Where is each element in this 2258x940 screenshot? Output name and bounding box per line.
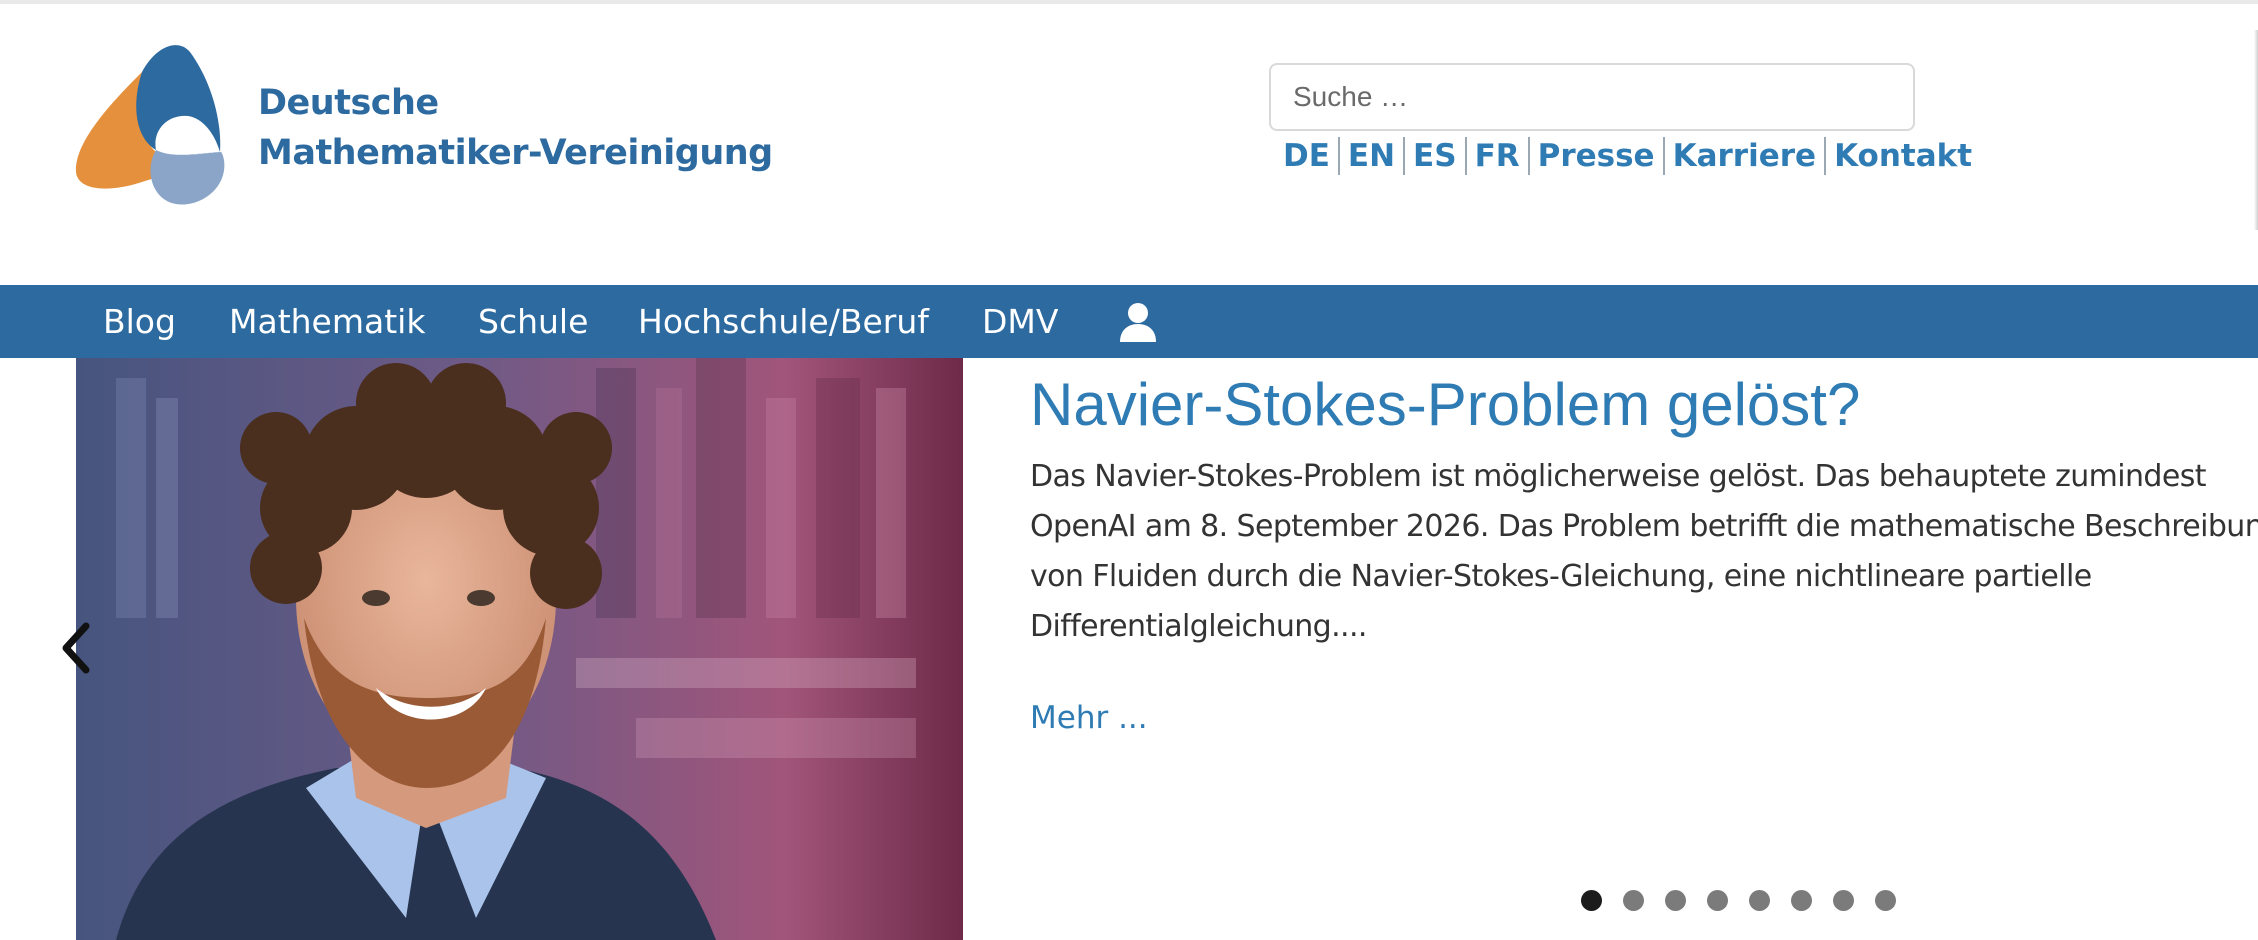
- link-separator: [1403, 137, 1406, 175]
- carousel-dot[interactable]: [1623, 890, 1644, 911]
- user-icon[interactable]: [1120, 302, 1156, 342]
- logo-line-1: Deutsche: [258, 83, 439, 123]
- site-logo[interactable]: Deutsche Mathematiker-Vereinigung: [72, 42, 773, 212]
- dmv-logo-icon: [75, 45, 225, 205]
- carousel-dot[interactable]: [1581, 890, 1602, 911]
- kontakt-link[interactable]: Kontakt: [1834, 138, 1972, 174]
- link-separator: [1464, 137, 1467, 175]
- excerpt-line: Differentialgleichung....: [1030, 609, 1367, 644]
- featured-image[interactable]: [76, 358, 963, 940]
- link-separator: [1527, 137, 1530, 175]
- link-separator: [1662, 137, 1665, 175]
- nav-item-schule[interactable]: Schule: [478, 285, 588, 358]
- nav-item-mathematik[interactable]: Mathematik: [229, 285, 425, 358]
- excerpt-line: von Fluiden durch die Navier-Stokes-Glei…: [1030, 559, 2092, 594]
- excerpt-line: OpenAI am 8. September 2026. Das Problem…: [1030, 509, 2258, 544]
- link-separator: [1337, 137, 1340, 175]
- carousel-dot[interactable]: [1707, 890, 1728, 911]
- lang-link-es[interactable]: ES: [1413, 138, 1457, 174]
- lang-link-de[interactable]: DE: [1283, 138, 1330, 174]
- logo-line-2: Mathematiker-Vereinigung: [258, 133, 773, 173]
- karriere-link[interactable]: Karriere: [1673, 138, 1816, 174]
- carousel-dot[interactable]: [1791, 890, 1812, 911]
- featured-article-excerpt: Das Navier-Stokes-Problem ist möglicherw…: [1030, 452, 2258, 652]
- carousel-dot[interactable]: [1749, 890, 1770, 911]
- featured-article-title[interactable]: Navier-Stokes-Problem gelöst?: [1030, 370, 1860, 439]
- chevron-left-icon[interactable]: [58, 620, 92, 676]
- lang-link-fr[interactable]: FR: [1475, 138, 1520, 174]
- carousel-dot[interactable]: [1875, 890, 1896, 911]
- presse-link[interactable]: Presse: [1538, 138, 1655, 174]
- nav-item-dmv[interactable]: DMV: [982, 285, 1058, 358]
- carousel-dot[interactable]: [1665, 890, 1686, 911]
- logo-wordmark: Deutsche Mathematiker-Vereinigung: [258, 78, 773, 178]
- top-border: [0, 0, 2258, 4]
- lang-link-en[interactable]: EN: [1348, 138, 1395, 174]
- nav-item-blog[interactable]: Blog: [103, 285, 176, 358]
- page-edge-shadow: [2254, 30, 2258, 230]
- excerpt-line: Das Navier-Stokes-Problem ist möglicherw…: [1030, 459, 2206, 494]
- link-separator: [1824, 137, 1827, 175]
- read-more-link[interactable]: Mehr ...: [1030, 700, 1148, 736]
- portrait-photo: [76, 358, 963, 940]
- utility-links: DE EN ES FR Presse Karriere Kontakt: [1283, 134, 1972, 178]
- nav-item-hochschule-beruf[interactable]: Hochschule/Beruf: [638, 285, 929, 358]
- carousel-dot[interactable]: [1833, 890, 1854, 911]
- search-input[interactable]: [1269, 63, 1915, 131]
- main-nav: Blog Mathematik Schule Hochschule/Beruf …: [0, 285, 2258, 358]
- carousel-indicators: [1581, 890, 1896, 911]
